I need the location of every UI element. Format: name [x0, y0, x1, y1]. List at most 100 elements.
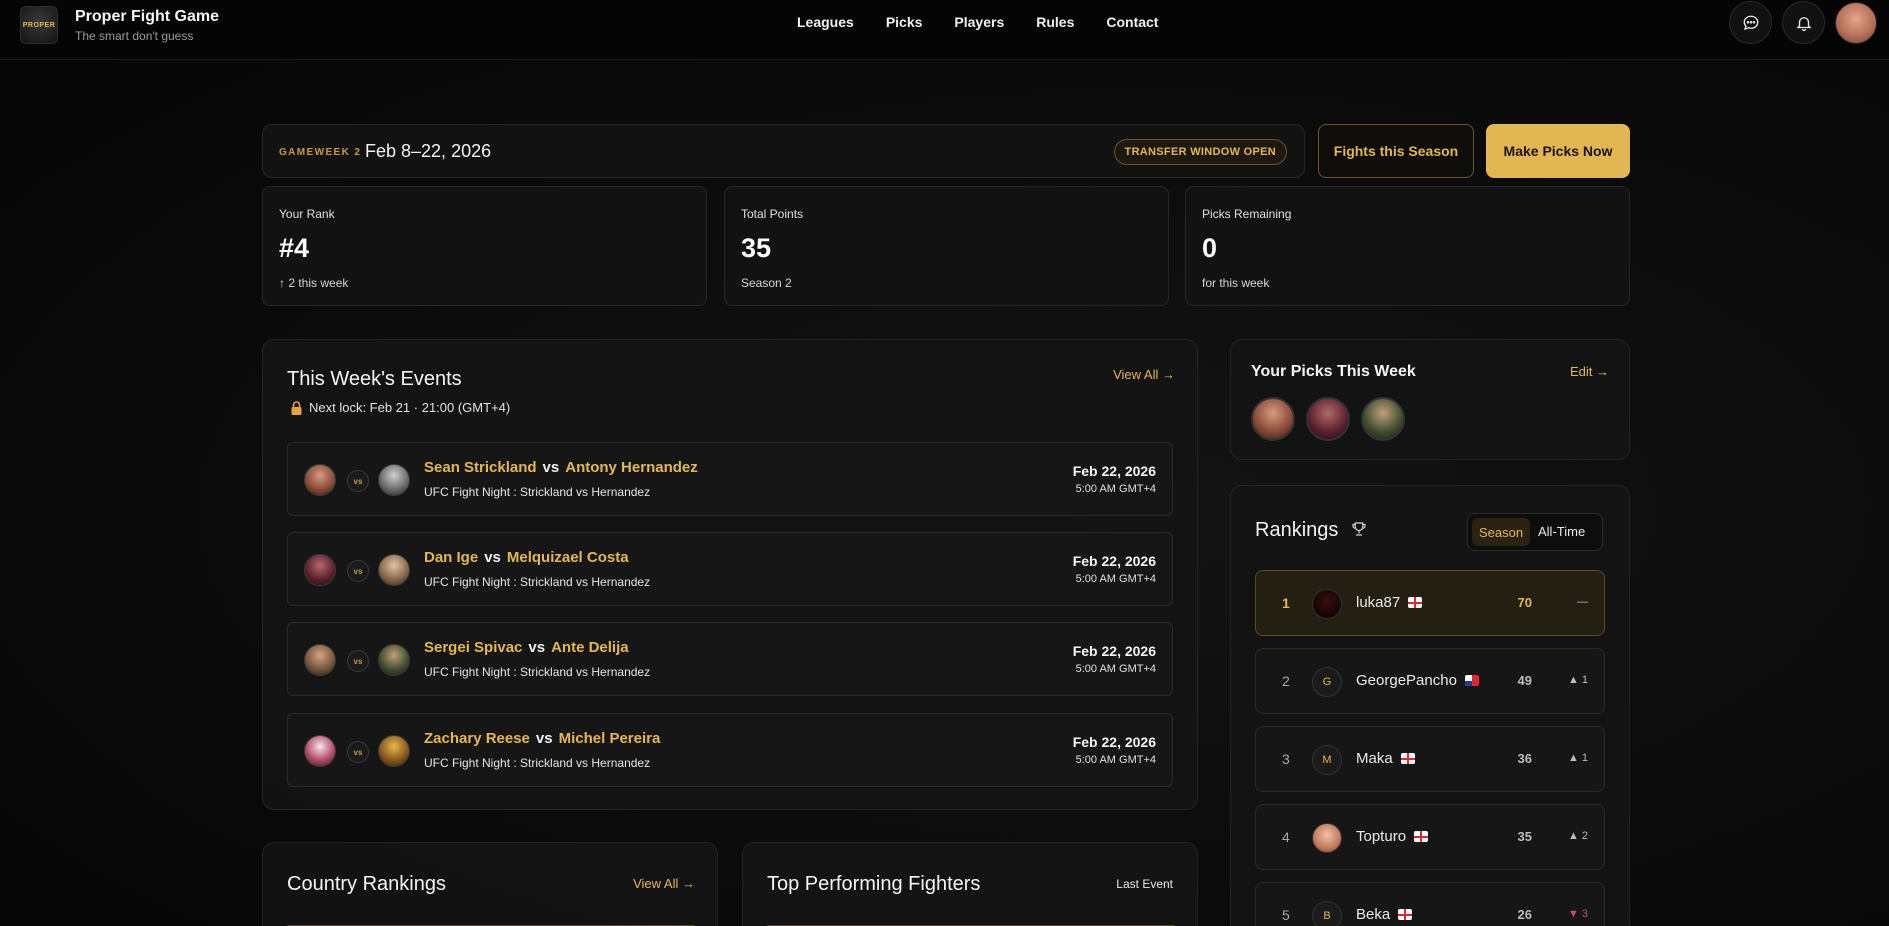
gameweek-date-range: Feb 8–22, 2026 — [365, 141, 492, 161]
rank-username: luka87 — [1356, 594, 1401, 611]
fight-date: Feb 22, 2026 — [1072, 463, 1156, 479]
rank-username: GeorgePancho — [1356, 672, 1457, 689]
rank-username: Maka — [1356, 750, 1393, 767]
rank-avatar: M — [1312, 745, 1342, 775]
toggle-all-time[interactable]: All-Time — [1538, 524, 1585, 539]
rank-user: Beka — [1356, 906, 1413, 923]
make-picks-button[interactable]: Make Picks Now — [1486, 124, 1630, 178]
stat-sub: Season 2 — [741, 276, 792, 290]
toggle-season[interactable]: Season — [1472, 518, 1530, 546]
events-title: This Week's Events — [287, 368, 462, 390]
events-view-all-link[interactable]: View All → — [1113, 367, 1175, 382]
fighter-a-name[interactable]: Zachary Reese — [424, 730, 530, 747]
stat-value: 35 — [741, 233, 772, 263]
ranking-row[interactable]: 5 B Beka 26 ▼ 3 — [1255, 882, 1605, 926]
rank-points: 36 — [1517, 751, 1532, 766]
nav-contact[interactable]: Contact — [1106, 14, 1174, 30]
country-view-all-link[interactable]: View All → — [633, 876, 695, 891]
panama-flag-icon — [1464, 675, 1479, 686]
fighter-b-name[interactable]: Melquizael Costa — [507, 549, 629, 566]
rank-points: 35 — [1517, 829, 1532, 844]
ranking-row[interactable]: 1 luka87 70 — — [1255, 570, 1605, 636]
rank-change: ▲ 2 — [1567, 830, 1588, 842]
top-fighters-panel: Top Performing Fighters Last Event — [742, 842, 1198, 926]
my-picks-edit-link[interactable]: Edit → — [1570, 364, 1609, 379]
rank-points: 70 — [1517, 595, 1532, 610]
gameweek-label: GAMEWEEK 2 — [279, 147, 362, 158]
rank-number: 3 — [1282, 751, 1290, 767]
pick-avatar[interactable] — [1361, 397, 1405, 441]
rankings-toggle: Season All-Time — [1467, 513, 1603, 551]
rank-avatar: G — [1312, 667, 1342, 697]
ranking-row[interactable]: 3 M Maka 36 ▲ 1 — [1255, 726, 1605, 792]
fight-date: Feb 22, 2026 — [1072, 734, 1156, 750]
rank-username: Beka — [1356, 906, 1391, 923]
rank-username: Topturo — [1356, 828, 1407, 845]
fighter-b-name[interactable]: Antony Hernandez — [565, 459, 698, 476]
nav-leagues[interactable]: Leagues — [797, 14, 870, 30]
rank-points: 26 — [1517, 907, 1532, 922]
fight-row[interactable]: vs Dan Ige vs Melquizael Costa UFC Fight N… — [287, 532, 1173, 606]
bell-icon — [1795, 16, 1812, 31]
fighter-b-avatar — [378, 644, 410, 676]
stat-label: Your Rank — [279, 207, 335, 221]
fighter-a-avatar — [304, 554, 336, 586]
nav-rules[interactable]: Rules — [1036, 14, 1090, 30]
fight-event-name: UFC Fight Night : Strickland vs Hernande… — [424, 665, 651, 679]
fight-row[interactable]: vs Sergei Spivac vs Ante Delija UFC Fight … — [287, 622, 1173, 696]
gameweek-bar: GAMEWEEK 2 Feb 8–22, 2026 TRANSFER WINDO… — [262, 124, 1305, 178]
trophy-icon — [1352, 522, 1366, 536]
vs-badge: vs — [347, 650, 369, 672]
vs-text: vs — [535, 730, 553, 747]
nav-picks[interactable]: Picks — [886, 14, 939, 30]
brand-tagline: The smart don't guess — [75, 28, 194, 43]
rank-change: ▼ 3 — [1567, 908, 1588, 920]
brand[interactable]: PROPER Proper Fight Game The smart don't… — [20, 6, 219, 44]
georgia-flag-icon — [1400, 753, 1415, 764]
user-avatar[interactable] — [1835, 1, 1877, 44]
last-event-filter[interactable]: Last Event — [1116, 877, 1173, 891]
fight-time: 5:00 AM GMT+4 — [1075, 483, 1156, 495]
fighter-a-name[interactable]: Dan Ige — [424, 549, 478, 566]
fight-row[interactable]: vs Zachary Reese vs Michel Pereira UFC Fig… — [287, 713, 1173, 787]
notifications-button[interactable] — [1782, 1, 1825, 44]
fighter-b-name[interactable]: Michel Pereira — [559, 730, 661, 747]
my-picks-title: Your Picks This Week — [1251, 363, 1416, 380]
messages-button[interactable] — [1729, 1, 1772, 44]
rank-user: GeorgePancho — [1356, 672, 1479, 689]
fight-event-name: UFC Fight Night : Strickland vs Hernande… — [424, 575, 651, 589]
country-rankings-panel: Country Rankings View All → — [262, 842, 718, 926]
rankings-title: Rankings — [1255, 519, 1368, 542]
rank-avatar — [1312, 589, 1342, 619]
brand-logo[interactable]: PROPER — [20, 6, 58, 44]
vs-badge: vs — [347, 741, 369, 763]
georgia-flag-icon — [1408, 597, 1423, 608]
fighter-a-name[interactable]: Sergei Spivac — [424, 639, 522, 656]
fight-event-name: UFC Fight Night : Strickland vs Hernande… — [424, 756, 651, 770]
pick-avatar[interactable] — [1306, 397, 1350, 441]
rank-points: 49 — [1517, 673, 1532, 688]
fight-row[interactable]: vs Sean Strickland vs Antony Hernandez UFC… — [287, 442, 1173, 516]
rank-avatar: B — [1312, 901, 1342, 926]
fight-date: Feb 22, 2026 — [1072, 643, 1156, 659]
lock-icon — [291, 400, 302, 415]
fighter-a-avatar — [304, 464, 336, 496]
ranking-row[interactable]: 4 Topturo 35 ▲ 2 — [1255, 804, 1605, 870]
chat-bubble-icon — [1743, 15, 1758, 30]
top-nav: PROPER Proper Fight Game The smart don't… — [0, 0, 1889, 60]
fights-this-season-button[interactable]: Fights this Season — [1318, 124, 1474, 178]
stat-card-points: Total Points 35 Season 2 — [724, 186, 1169, 306]
stat-sub: for this week — [1202, 276, 1270, 290]
stat-label: Picks Remaining — [1202, 207, 1292, 221]
rank-user: luka87 — [1356, 594, 1423, 611]
fighter-b-avatar — [378, 554, 410, 586]
fighter-a-name[interactable]: Sean Strickland — [424, 459, 537, 476]
rank-number: 2 — [1282, 673, 1290, 689]
pick-avatar[interactable] — [1251, 397, 1295, 441]
georgia-flag-icon — [1414, 831, 1429, 842]
next-lock-text: Next lock: Feb 21 · 21:00 (GMT+4) — [309, 400, 511, 415]
nav-players[interactable]: Players — [954, 14, 1020, 30]
fighter-b-name[interactable]: Ante Delija — [551, 639, 629, 656]
fight-time: 5:00 AM GMT+4 — [1075, 754, 1156, 766]
ranking-row[interactable]: 2 G GeorgePancho 49 ▲ 1 — [1255, 648, 1605, 714]
